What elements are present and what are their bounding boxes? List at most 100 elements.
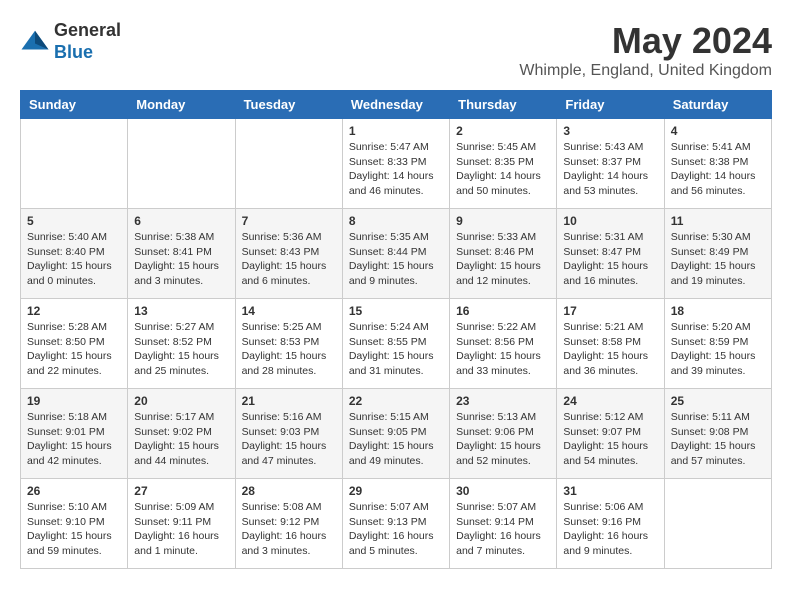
logo-text: General Blue	[54, 20, 121, 63]
calendar-cell	[235, 119, 342, 209]
calendar-cell: 14 Sunrise: 5:25 AM Sunset: 8:53 PM Dayli…	[235, 299, 342, 389]
day-number: 20	[134, 394, 228, 408]
calendar-cell	[664, 479, 771, 569]
day-number: 5	[27, 214, 121, 228]
day-info: Sunrise: 5:30 AM Sunset: 8:49 PM Dayligh…	[671, 230, 765, 289]
day-number: 22	[349, 394, 443, 408]
day-number: 16	[456, 304, 550, 318]
calendar-cell: 23 Sunrise: 5:13 AM Sunset: 9:06 PM Dayli…	[450, 389, 557, 479]
calendar-cell: 5 Sunrise: 5:40 AM Sunset: 8:40 PM Daylig…	[21, 209, 128, 299]
day-info: Sunrise: 5:07 AM Sunset: 9:13 PM Dayligh…	[349, 500, 443, 559]
calendar-cell: 17 Sunrise: 5:21 AM Sunset: 8:58 PM Dayli…	[557, 299, 664, 389]
day-number: 1	[349, 124, 443, 138]
calendar-cell: 18 Sunrise: 5:20 AM Sunset: 8:59 PM Dayli…	[664, 299, 771, 389]
day-number: 28	[242, 484, 336, 498]
calendar-cell: 29 Sunrise: 5:07 AM Sunset: 9:13 PM Dayli…	[342, 479, 449, 569]
calendar-cell: 8 Sunrise: 5:35 AM Sunset: 8:44 PM Daylig…	[342, 209, 449, 299]
calendar-header: SundayMondayTuesdayWednesdayThursdayFrid…	[21, 91, 772, 119]
day-info: Sunrise: 5:20 AM Sunset: 8:59 PM Dayligh…	[671, 320, 765, 379]
calendar-cell: 12Sunrise: 5:28 AM Sunset: 8:50 PM Dayli…	[21, 299, 128, 389]
day-info: Sunrise: 5:07 AM Sunset: 9:14 PM Dayligh…	[456, 500, 550, 559]
day-number: 7	[242, 214, 336, 228]
header-day-friday: Friday	[557, 91, 664, 119]
calendar-cell	[128, 119, 235, 209]
calendar-cell: 15 Sunrise: 5:24 AM Sunset: 8:55 PM Dayli…	[342, 299, 449, 389]
day-info: Sunrise: 5:06 AM Sunset: 9:16 PM Dayligh…	[563, 500, 657, 559]
header-day-wednesday: Wednesday	[342, 91, 449, 119]
calendar-cell: 27 Sunrise: 5:09 AM Sunset: 9:11 PM Dayli…	[128, 479, 235, 569]
day-info: Sunrise: 5:33 AM Sunset: 8:46 PM Dayligh…	[456, 230, 550, 289]
day-number: 18	[671, 304, 765, 318]
day-number: 9	[456, 214, 550, 228]
day-info: Sunrise: 5:16 AM Sunset: 9:03 PM Dayligh…	[242, 410, 336, 469]
day-number: 8	[349, 214, 443, 228]
calendar-cell: 10Sunrise: 5:31 AM Sunset: 8:47 PM Dayli…	[557, 209, 664, 299]
calendar-cell: 2 Sunrise: 5:45 AM Sunset: 8:35 PM Daylig…	[450, 119, 557, 209]
day-info: Sunrise: 5:11 AM Sunset: 9:08 PM Dayligh…	[671, 410, 765, 469]
calendar-cell: 21 Sunrise: 5:16 AM Sunset: 9:03 PM Dayli…	[235, 389, 342, 479]
location: Whimple, England, United Kingdom	[519, 62, 772, 80]
calendar-cell: 20 Sunrise: 5:17 AM Sunset: 9:02 PM Dayli…	[128, 389, 235, 479]
day-number: 2	[456, 124, 550, 138]
day-number: 14	[242, 304, 336, 318]
day-number: 23	[456, 394, 550, 408]
week-row-2: 5 Sunrise: 5:40 AM Sunset: 8:40 PM Daylig…	[21, 209, 772, 299]
day-number: 26	[27, 484, 121, 498]
day-number: 17	[563, 304, 657, 318]
day-number: 21	[242, 394, 336, 408]
day-info: Sunrise: 5:43 AM Sunset: 8:37 PM Dayligh…	[563, 140, 657, 199]
day-number: 30	[456, 484, 550, 498]
day-info: Sunrise: 5:08 AM Sunset: 9:12 PM Dayligh…	[242, 500, 336, 559]
day-number: 29	[349, 484, 443, 498]
day-number: 15	[349, 304, 443, 318]
day-info: Sunrise: 5:35 AM Sunset: 8:44 PM Dayligh…	[349, 230, 443, 289]
calendar-cell: 3 Sunrise: 5:43 AM Sunset: 8:37 PM Daylig…	[557, 119, 664, 209]
calendar-cell	[21, 119, 128, 209]
day-number: 27	[134, 484, 228, 498]
calendar-cell: 4Sunrise: 5:41 AM Sunset: 8:38 PM Daylig…	[664, 119, 771, 209]
calendar-cell: 26Sunrise: 5:10 AM Sunset: 9:10 PM Dayli…	[21, 479, 128, 569]
day-info: Sunrise: 5:27 AM Sunset: 8:52 PM Dayligh…	[134, 320, 228, 379]
day-info: Sunrise: 5:09 AM Sunset: 9:11 PM Dayligh…	[134, 500, 228, 559]
day-number: 11	[671, 214, 765, 228]
month-title: May 2024	[519, 20, 772, 62]
calendar-cell: 25 Sunrise: 5:11 AM Sunset: 9:08 PM Dayli…	[664, 389, 771, 479]
day-info: Sunrise: 5:21 AM Sunset: 8:58 PM Dayligh…	[563, 320, 657, 379]
day-number: 24	[563, 394, 657, 408]
calendar-cell: 6 Sunrise: 5:38 AM Sunset: 8:41 PM Daylig…	[128, 209, 235, 299]
day-info: Sunrise: 5:31 AM Sunset: 8:47 PM Dayligh…	[563, 230, 657, 289]
day-info: Sunrise: 5:13 AM Sunset: 9:06 PM Dayligh…	[456, 410, 550, 469]
week-row-3: 12Sunrise: 5:28 AM Sunset: 8:50 PM Dayli…	[21, 299, 772, 389]
calendar-cell: 13 Sunrise: 5:27 AM Sunset: 8:52 PM Dayli…	[128, 299, 235, 389]
calendar-cell: 28 Sunrise: 5:08 AM Sunset: 9:12 PM Dayli…	[235, 479, 342, 569]
header-day-tuesday: Tuesday	[235, 91, 342, 119]
day-info: Sunrise: 5:38 AM Sunset: 8:41 PM Dayligh…	[134, 230, 228, 289]
day-number: 6	[134, 214, 228, 228]
header-day-sunday: Sunday	[21, 91, 128, 119]
day-info: Sunrise: 5:28 AM Sunset: 8:50 PM Dayligh…	[27, 320, 121, 379]
calendar-cell: 16 Sunrise: 5:22 AM Sunset: 8:56 PM Dayli…	[450, 299, 557, 389]
logo: General Blue	[20, 20, 121, 63]
day-info: Sunrise: 5:40 AM Sunset: 8:40 PM Dayligh…	[27, 230, 121, 289]
calendar-cell: 24 Sunrise: 5:12 AM Sunset: 9:07 PM Dayli…	[557, 389, 664, 479]
day-number: 13	[134, 304, 228, 318]
day-number: 3	[563, 124, 657, 138]
day-info: Sunrise: 5:45 AM Sunset: 8:35 PM Dayligh…	[456, 140, 550, 199]
day-info: Sunrise: 5:25 AM Sunset: 8:53 PM Dayligh…	[242, 320, 336, 379]
header-row: SundayMondayTuesdayWednesdayThursdayFrid…	[21, 91, 772, 119]
header-day-monday: Monday	[128, 91, 235, 119]
day-number: 25	[671, 394, 765, 408]
day-info: Sunrise: 5:12 AM Sunset: 9:07 PM Dayligh…	[563, 410, 657, 469]
calendar-cell: 30 Sunrise: 5:07 AM Sunset: 9:14 PM Dayli…	[450, 479, 557, 569]
calendar-cell: 9 Sunrise: 5:33 AM Sunset: 8:46 PM Daylig…	[450, 209, 557, 299]
day-info: Sunrise: 5:36 AM Sunset: 8:43 PM Dayligh…	[242, 230, 336, 289]
page-header: General Blue May 2024 Whimple, England, …	[20, 20, 772, 80]
day-info: Sunrise: 5:24 AM Sunset: 8:55 PM Dayligh…	[349, 320, 443, 379]
day-info: Sunrise: 5:22 AM Sunset: 8:56 PM Dayligh…	[456, 320, 550, 379]
day-info: Sunrise: 5:17 AM Sunset: 9:02 PM Dayligh…	[134, 410, 228, 469]
week-row-4: 19Sunrise: 5:18 AM Sunset: 9:01 PM Dayli…	[21, 389, 772, 479]
week-row-5: 26Sunrise: 5:10 AM Sunset: 9:10 PM Dayli…	[21, 479, 772, 569]
calendar-cell: 19Sunrise: 5:18 AM Sunset: 9:01 PM Dayli…	[21, 389, 128, 479]
logo-general: General	[54, 20, 121, 40]
logo-blue: Blue	[54, 42, 93, 62]
